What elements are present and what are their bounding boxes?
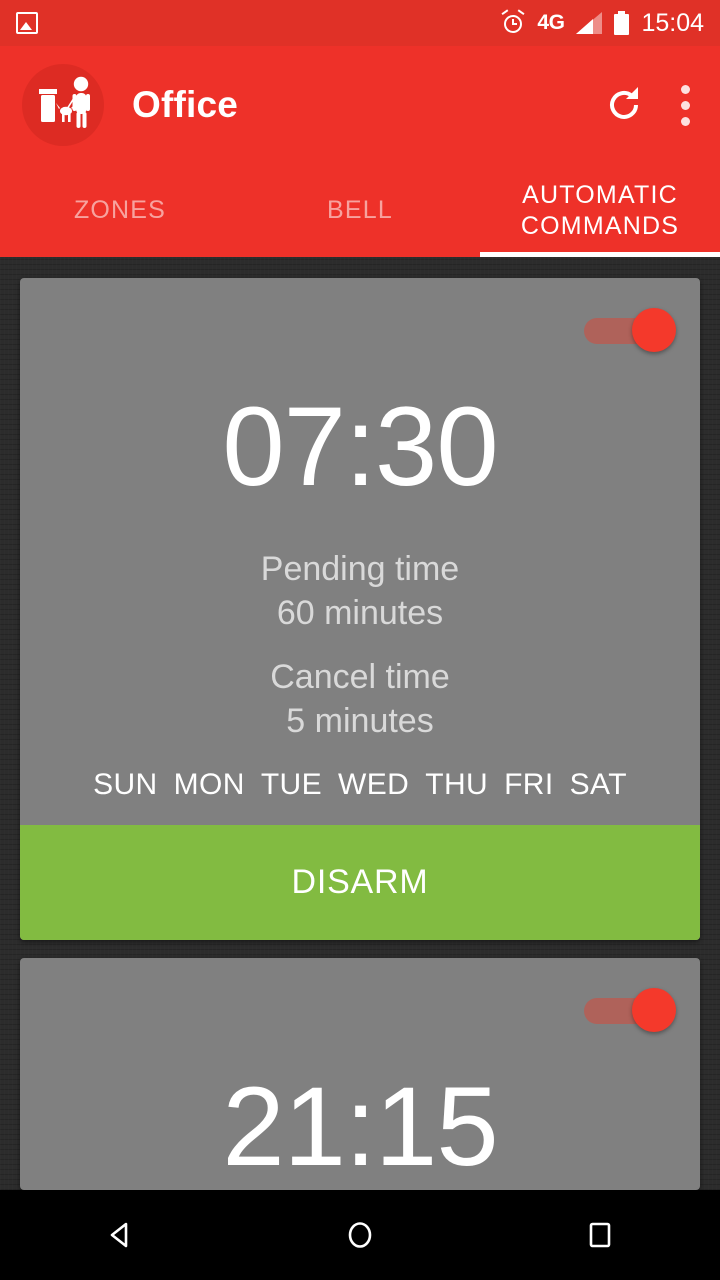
tab-zones-label: ZONES: [73, 196, 167, 225]
overflow-menu-icon[interactable]: [680, 84, 690, 126]
status-bar: 4G 15:04: [0, 0, 720, 46]
weekday-thu[interactable]: THU: [425, 768, 488, 802]
automatic-command-card[interactable]: 07:30 Pending time 60 minutes Cancel tim…: [20, 278, 700, 940]
command-time: 21:15: [222, 1064, 498, 1189]
dog-walker-logo-icon: [22, 64, 104, 146]
tab-bell-label: BELL: [327, 196, 393, 225]
command-enable-toggle[interactable]: [584, 308, 676, 352]
recents-icon[interactable]: [540, 1190, 660, 1280]
command-enable-toggle[interactable]: [584, 988, 676, 1032]
weekday-tue[interactable]: TUE: [261, 768, 322, 802]
network-type-label: 4G: [537, 11, 565, 34]
automatic-command-card[interactable]: 21:15: [20, 958, 700, 1190]
refresh-icon[interactable]: [602, 83, 646, 127]
photo-icon: [16, 12, 38, 34]
weekday-fri[interactable]: FRI: [504, 768, 554, 802]
tab-zones[interactable]: ZONES: [0, 164, 240, 257]
alarm-icon: [501, 9, 525, 35]
status-bar-notifications: [16, 12, 38, 34]
cancel-time-value: 5 minutes: [286, 701, 434, 740]
weekday-sat[interactable]: SAT: [570, 768, 627, 802]
command-time: 07:30: [222, 384, 498, 509]
weekday-selector[interactable]: SUN MON TUE WED THU FRI SAT: [20, 768, 700, 802]
signal-icon: [576, 12, 603, 34]
weekday-mon[interactable]: MON: [174, 768, 245, 802]
back-icon[interactable]: [60, 1190, 180, 1280]
cancel-time-block: Cancel time 5 minutes: [20, 656, 700, 743]
tab-automatic-commands[interactable]: AUTOMATIC COMMANDS: [480, 164, 720, 257]
status-bar-system-icons: 4G 15:04: [501, 9, 704, 38]
tab-bar: ZONES BELL AUTOMATIC COMMANDS: [0, 164, 720, 257]
phone-screen: 4G 15:04 Office ZONES BELL AUTOMATIC COM…: [0, 0, 720, 1280]
app-bar-actions: [602, 83, 698, 127]
status-bar-clock: 15:04: [641, 8, 704, 37]
toggle-thumb: [632, 308, 676, 352]
pending-time-block: Pending time 60 minutes: [20, 548, 700, 635]
weekday-wed[interactable]: WED: [338, 768, 409, 802]
page-title: Office: [132, 84, 239, 125]
cancel-time-label: Cancel time: [270, 658, 450, 696]
battery-icon: [614, 11, 630, 35]
tab-bell[interactable]: BELL: [240, 164, 480, 257]
app-bar: Office: [0, 46, 720, 164]
android-navigation-bar: [0, 1190, 720, 1280]
disarm-button[interactable]: DISARM: [20, 825, 700, 940]
toggle-thumb: [632, 988, 676, 1032]
weekday-sun[interactable]: SUN: [93, 768, 158, 802]
pending-time-label: Pending time: [260, 550, 460, 588]
pending-time-value: 60 minutes: [276, 593, 444, 632]
home-icon[interactable]: [300, 1190, 420, 1280]
automatic-commands-list[interactable]: 07:30 Pending time 60 minutes Cancel tim…: [0, 257, 720, 1190]
tab-automatic-commands-label: AUTOMATIC COMMANDS: [520, 181, 680, 240]
